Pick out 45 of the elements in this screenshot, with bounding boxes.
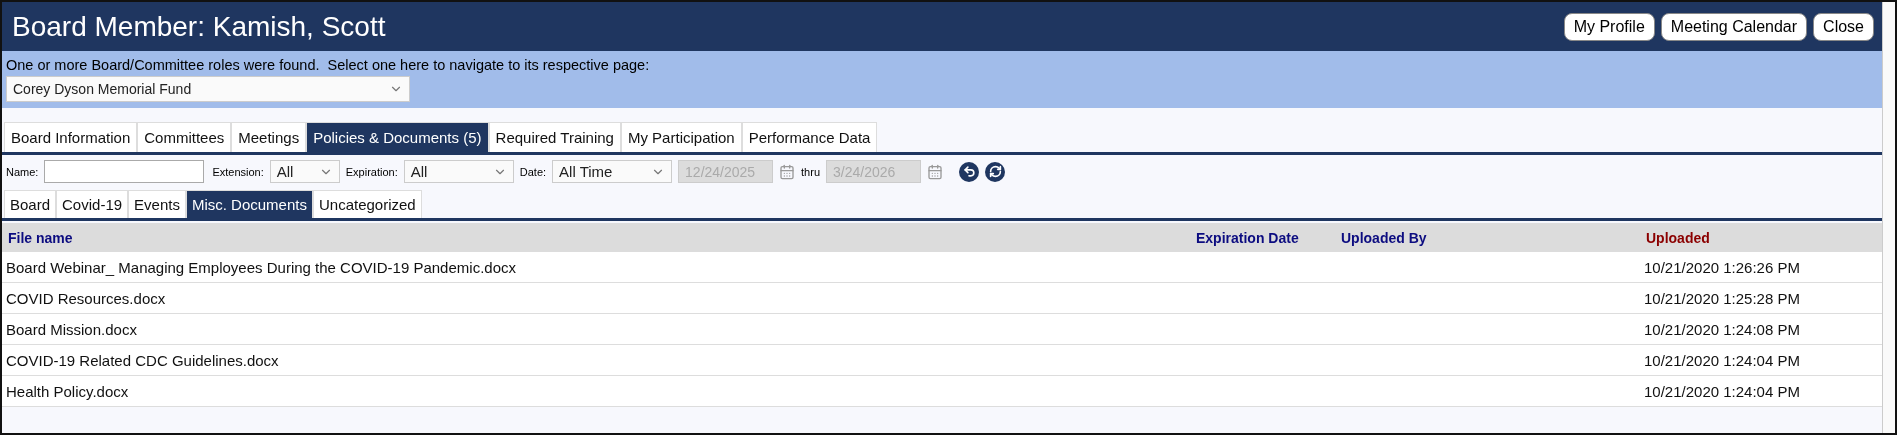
column-header[interactable]: Uploaded By: [1335, 229, 1640, 246]
column-header[interactable]: Uploaded: [1640, 229, 1882, 246]
tab[interactable]: Performance Data: [741, 122, 878, 152]
tab[interactable]: My Participation: [620, 122, 742, 152]
table-cell-text: 10/21/2020 1:26:26 PM: [1643, 258, 1801, 276]
table-cell[interactable]: Board Webinar_ Managing Employees During the COVID-19 Pandemic.docx: [2, 258, 1190, 276]
column-header[interactable]: File name: [2, 229, 1190, 246]
calendar-icon[interactable]: [779, 163, 796, 180]
header-button[interactable]: Meeting Calendar: [1660, 12, 1808, 41]
subtab[interactable]: Covid-19: [56, 190, 129, 218]
tab[interactable]: Committees: [137, 122, 232, 152]
table-cell[interactable]: COVID Resources.docx: [2, 289, 1190, 307]
tab[interactable]: Required Training: [488, 122, 621, 152]
date-label: Date:: [519, 165, 547, 178]
roles-prompt: One or more Board/Committee roles were found. Select one here to navigate to its respective page:: [6, 57, 651, 73]
table-cell-text: 10/21/2020 1:24:04 PM: [1643, 351, 1801, 369]
subtab[interactable]: Events: [128, 190, 186, 218]
expiration-dropdown[interactable]: All: [403, 160, 514, 183]
header-button[interactable]: Close: [1813, 12, 1874, 41]
thru-label: thru: [801, 165, 821, 178]
table-cell-text: 10/21/2020 1:25:28 PM: [1643, 289, 1801, 307]
refresh-icon[interactable]: [985, 161, 1006, 182]
table-cell[interactable]: COVID-19 Related CDC Guidelines.docx: [2, 351, 1190, 369]
date-dropdown[interactable]: All Time: [552, 160, 673, 183]
column-header[interactable]: Expiration Date: [1190, 229, 1335, 246]
calendar-icon[interactable]: [927, 163, 944, 180]
expiration-label: Expiration:: [345, 165, 398, 178]
undo-icon[interactable]: [959, 161, 980, 182]
tab[interactable]: Board Information: [4, 122, 138, 152]
window-title: Board Member: Kamish, Scott: [12, 10, 386, 43]
subtab[interactable]: Uncategorized: [312, 190, 422, 218]
table-cell-text: 10/21/2020 1:24:04 PM: [1643, 382, 1801, 400]
table-cell-text: 10/21/2020 1:24:08 PM: [1643, 320, 1801, 338]
table-cell[interactable]: Health Policy.docx: [2, 382, 1190, 400]
subtab[interactable]: Misc. Documents: [185, 190, 313, 218]
name-field[interactable]: [44, 160, 205, 183]
tab[interactable]: Policies & Documents (5): [306, 122, 489, 152]
tab[interactable]: Meetings: [231, 122, 307, 152]
extension-label: Extension:: [212, 165, 264, 178]
name-label: Name:: [6, 165, 39, 178]
role-dropdown[interactable]: Corey Dyson Memorial Fund: [6, 76, 410, 102]
header-button[interactable]: My Profile: [1563, 12, 1655, 41]
table-cell[interactable]: Board Mission.docx: [2, 320, 1190, 338]
subtab[interactable]: Board: [4, 190, 57, 218]
extension-dropdown[interactable]: All: [269, 160, 340, 183]
